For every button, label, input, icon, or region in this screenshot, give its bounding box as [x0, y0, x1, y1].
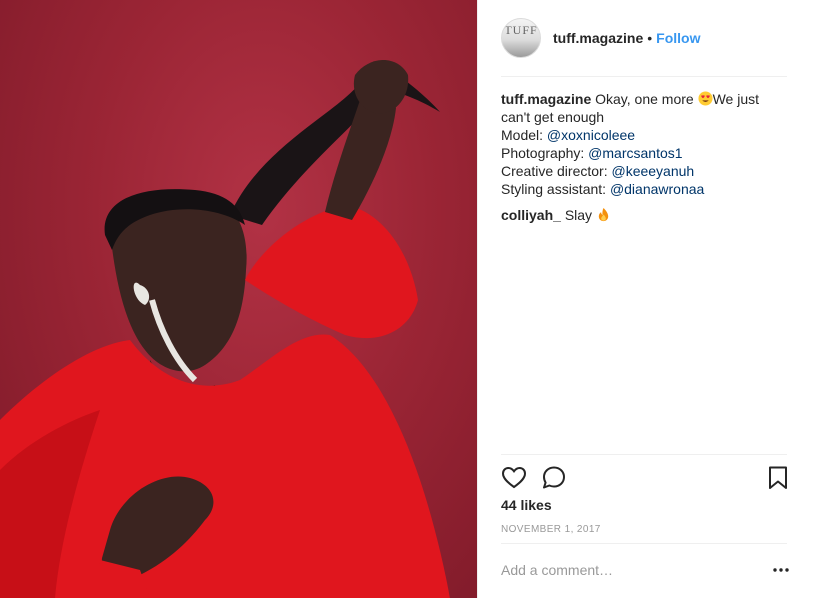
action-bar	[501, 465, 791, 491]
mention-link[interactable]: @xoxnicoleee	[547, 127, 635, 143]
bookmark-icon[interactable]	[765, 465, 791, 491]
post-header: TUFF tuff.magazine • Follow	[501, 16, 700, 60]
comment-text: Slay	[564, 207, 593, 223]
header-divider	[501, 76, 787, 77]
comment-item: colliyah_ Slay	[501, 206, 791, 224]
add-comment-row	[501, 559, 791, 583]
header-username[interactable]: tuff.magazine	[553, 30, 643, 46]
credit-model: Model: @xoxnicoleee	[501, 126, 791, 144]
post-photo[interactable]	[0, 0, 477, 598]
post-date[interactable]: NOVEMBER 1, 2017	[501, 524, 601, 535]
caption: tuff.magazine Okay, one more We just can…	[501, 90, 791, 198]
more-options-icon[interactable]	[771, 563, 791, 577]
add-comment-input[interactable]	[501, 559, 751, 581]
mention-link[interactable]: @keeeyanuh	[611, 163, 694, 179]
post-sidebar: TUFF tuff.magazine • Follow tuff.magazin…	[477, 0, 814, 598]
photo-illustration	[0, 60, 450, 598]
credit-photography: Photography: @marcsantos1	[501, 144, 791, 162]
caption-text-part1: Okay, one more	[595, 91, 698, 107]
comment-divider	[501, 543, 787, 544]
credit-creative-director: Creative director: @keeeyanuh	[501, 162, 791, 180]
mention-link[interactable]: @marcsantos1	[588, 145, 682, 161]
separator-dot: •	[647, 30, 653, 46]
comment-icon[interactable]	[541, 465, 567, 491]
instagram-post: TUFF tuff.magazine • Follow tuff.magazin…	[0, 0, 814, 598]
credit-label: Model:	[501, 127, 547, 143]
avatar-logo-text: TUFF	[504, 23, 538, 37]
caption-username[interactable]: tuff.magazine	[501, 91, 591, 107]
heart-icon[interactable]	[501, 465, 527, 491]
comment-username[interactable]: colliyah_	[501, 207, 561, 223]
fire-emoji-icon	[598, 207, 609, 222]
credit-styling-assistant: Styling assistant: @dianawronaa	[501, 180, 791, 198]
mention-link[interactable]: @dianawronaa	[610, 181, 704, 197]
heart-eyes-emoji-icon	[698, 91, 713, 106]
credit-label: Creative director:	[501, 163, 612, 179]
likes-count[interactable]: 44 likes	[501, 497, 552, 513]
actions-divider	[501, 454, 787, 455]
follow-button[interactable]: Follow	[656, 30, 700, 46]
comments-section: tuff.magazine Okay, one more We just can…	[501, 90, 791, 224]
credit-label: Photography:	[501, 145, 589, 161]
credit-label: Styling assistant:	[501, 181, 610, 197]
avatar[interactable]: TUFF	[501, 18, 541, 58]
